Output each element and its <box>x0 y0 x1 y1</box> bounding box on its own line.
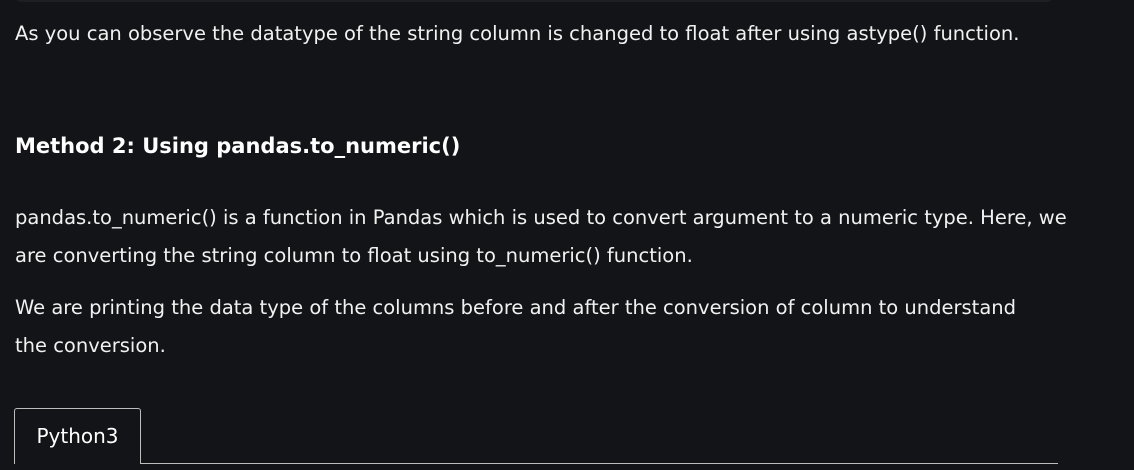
tab-underline <box>14 463 1058 464</box>
paragraph-conversion-explanation: We are printing the data type of the col… <box>15 296 1017 357</box>
previous-code-block-edge <box>14 0 1054 2</box>
paragraph-astype-result: As you can observe the datatype of the s… <box>15 22 1020 45</box>
tab-python3[interactable]: Python3 <box>14 408 141 464</box>
paragraph-to-numeric-description: pandas.to_numeric() is a function in Pan… <box>15 206 1067 267</box>
heading-method-2: Method 2: Using pandas.to_numeric() <box>15 134 461 158</box>
code-block-tabs: Python3 <box>14 408 1058 470</box>
